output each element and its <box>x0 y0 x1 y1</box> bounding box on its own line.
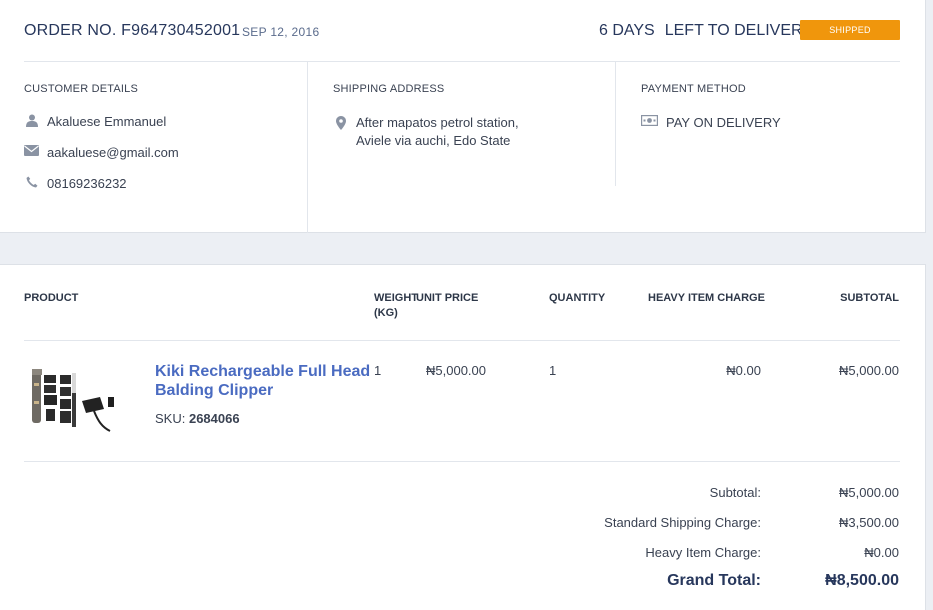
product-name-link[interactable]: Kiki Rechargeable Full Head Balding Clip… <box>155 362 371 400</box>
header-heavy-item-charge: HEAVY ITEM CHARGE <box>648 292 765 304</box>
order-number: ORDER NO. F964730452001 <box>24 22 241 39</box>
customer-name: Akaluese Emmanuel <box>47 114 167 129</box>
user-icon <box>24 114 39 127</box>
divider <box>24 461 900 462</box>
sku-value: 2684066 <box>188 411 240 426</box>
status-badge: SHIPPED <box>800 20 900 40</box>
delivery-countdown: 6 DAYS LEFT TO DELIVER <box>599 22 803 40</box>
payment-method: PAY ON DELIVERY <box>666 115 781 130</box>
sku-label: SKU: <box>155 411 186 426</box>
map-pin-icon <box>333 114 348 130</box>
customer-email[interactable]: aakaluese@gmail.com <box>47 145 179 160</box>
order-items-card: PRODUCT WEIGHT (KG) UNIT PRICE QUANTITY H… <box>0 264 926 610</box>
shipping-charge-value: ₦3,500.00 <box>839 515 899 530</box>
shipping-address-heading: SHIPPING ADDRESS <box>333 83 445 95</box>
customer-name-row: Akaluese Emmanuel <box>24 114 307 129</box>
days-text: LEFT TO DELIVER <box>664 22 803 39</box>
product-thumbnail[interactable] <box>24 361 124 441</box>
header-weight: WEIGHT (KG) <box>374 291 418 321</box>
customer-details-heading: CUSTOMER DETAILS <box>24 83 139 95</box>
payment-method-row: PAY ON DELIVERY <box>617 115 900 130</box>
shipping-charge-label: Standard Shipping Charge: <box>604 515 761 530</box>
customer-phone-row: 08169236232 <box>24 176 307 191</box>
shipping-address: After mapatos petrol station, Aviele via… <box>356 114 519 150</box>
subtotal-label: Subtotal: <box>709 485 761 500</box>
shipping-address-row: After mapatos petrol station, Aviele via… <box>309 114 615 150</box>
address-line-2: Aviele via auchi, Edo State <box>356 133 511 148</box>
item-unit-price: ₦5,000.00 <box>426 363 486 378</box>
customer-phone[interactable]: 08169236232 <box>47 176 127 191</box>
cash-icon <box>641 115 658 126</box>
address-line-1: After mapatos petrol station, <box>356 115 519 130</box>
subtotal-value: ₦5,000.00 <box>839 485 899 500</box>
order-summary-card: ORDER NO. F964730452001 SEP 12, 2016 6 D… <box>0 0 926 233</box>
item-subtotal: ₦5,000.00 <box>839 363 899 378</box>
heavy-item-charge-label: Heavy Item Charge: <box>645 545 761 560</box>
grand-total-value: ₦8,500.00 <box>825 572 899 589</box>
grand-total-label: Grand Total: <box>667 572 761 589</box>
product-sku: SKU: 2684066 <box>155 411 240 426</box>
envelope-icon <box>24 145 39 156</box>
order-date: SEP 12, 2016 <box>242 25 320 39</box>
header-weight-line1: WEIGHT <box>374 292 418 304</box>
header-product: PRODUCT <box>24 292 79 304</box>
header-unit-price: UNIT PRICE <box>416 292 479 304</box>
payment-method-heading: PAYMENT METHOD <box>641 83 746 95</box>
header-weight-line2: (KG) <box>374 307 398 319</box>
item-heavy-charge: ₦0.00 <box>726 363 761 378</box>
divider <box>24 340 900 341</box>
phone-icon <box>24 176 39 188</box>
payment-method-section: PAYMENT METHOD PAY ON DELIVERY <box>617 62 900 130</box>
heavy-item-charge-value: ₦0.00 <box>864 545 899 560</box>
item-quantity: 1 <box>549 363 557 378</box>
header-subtotal: SUBTOTAL <box>840 292 899 304</box>
customer-email-row: aakaluese@gmail.com <box>24 145 307 160</box>
shipping-address-section: SHIPPING ADDRESS After mapatos petrol st… <box>309 62 616 186</box>
item-weight: 1 <box>374 363 382 378</box>
days-count: 6 DAYS <box>599 22 655 39</box>
header-quantity: QUANTITY <box>549 292 606 304</box>
customer-details-section: CUSTOMER DETAILS Akaluese Emmanuel aakal… <box>24 62 308 233</box>
